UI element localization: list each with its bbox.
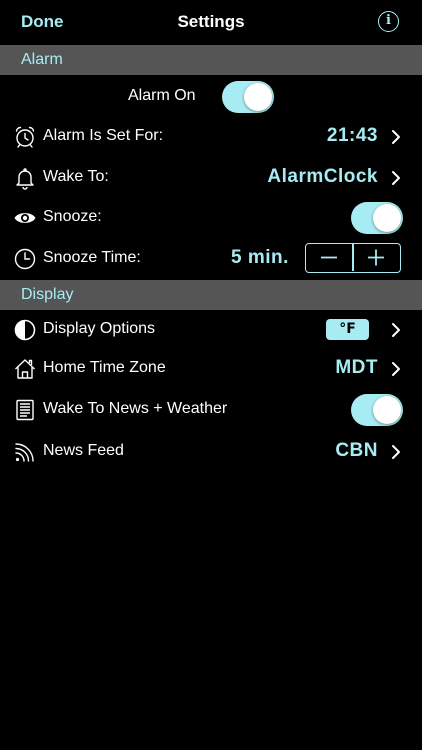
snooze-time-label: Snooze Time:	[43, 249, 141, 266]
display-options-label: Display Options	[43, 320, 156, 337]
info-icon[interactable]: i	[378, 11, 399, 32]
snooze-label: Snooze:	[43, 208, 102, 225]
snooze-row: Snooze:	[0, 198, 422, 238]
home-time-zone-value: MDT	[335, 357, 378, 378]
alarm-time-value: 21:43	[326, 125, 378, 146]
alarm-on-row: Alarm On	[0, 77, 422, 117]
alarm-on-toggle[interactable]	[222, 81, 274, 113]
wake-to-value: AlarmClock	[267, 166, 378, 187]
wake-news-weather-row: Wake To News + Weather	[0, 390, 422, 430]
half-circle-icon	[14, 319, 36, 341]
news-feed-row[interactable]: News Feed CBN	[0, 432, 422, 472]
wake-to-row[interactable]: Wake To: AlarmClock	[0, 158, 422, 198]
alarm-set-for-row[interactable]: Alarm Is Set For: 21:43	[0, 117, 422, 157]
rss-feed-icon	[15, 443, 34, 462]
snooze-toggle[interactable]	[351, 202, 403, 234]
temperature-unit-badge: °F	[326, 319, 369, 340]
wake-to-label: Wake To:	[43, 168, 109, 185]
snooze-time-value: 5 min.	[231, 247, 289, 268]
toggle-knob	[373, 204, 401, 232]
news-feed-value: CBN	[335, 440, 378, 461]
wake-news-weather-label: Wake To News + Weather	[43, 400, 228, 417]
plus-icon[interactable]	[353, 244, 399, 271]
chevron-right-icon	[392, 323, 400, 337]
section-title-alarm: Alarm	[21, 51, 63, 68]
chevron-right-icon	[392, 362, 400, 376]
chevron-right-icon	[392, 445, 400, 459]
eye-icon	[14, 213, 36, 223]
house-icon	[15, 359, 35, 379]
page-title: Settings	[177, 12, 245, 31]
home-time-zone-row[interactable]: Home Time Zone MDT	[0, 349, 422, 389]
toggle-knob	[373, 396, 401, 424]
home-time-zone-label: Home Time Zone	[43, 359, 166, 376]
toggle-knob	[244, 83, 272, 111]
chevron-right-icon	[392, 171, 400, 185]
newspaper-icon	[16, 399, 34, 421]
snooze-time-stepper	[305, 243, 401, 273]
chevron-right-icon	[392, 130, 400, 144]
wake-news-weather-toggle[interactable]	[351, 394, 403, 426]
clock-icon	[14, 248, 36, 270]
navigation-bar: Done Settings i	[0, 0, 422, 45]
section-header-alarm: Alarm	[0, 45, 422, 75]
alarm-clock-icon	[15, 126, 35, 148]
minus-icon[interactable]	[306, 244, 352, 271]
news-feed-label: News Feed	[43, 442, 124, 459]
section-header-display: Display	[0, 280, 422, 310]
alarm-set-for-label: Alarm Is Set For:	[43, 127, 164, 144]
bell-icon	[16, 168, 34, 190]
alarm-on-label: Alarm On	[128, 87, 196, 104]
section-title-display: Display	[21, 286, 74, 303]
